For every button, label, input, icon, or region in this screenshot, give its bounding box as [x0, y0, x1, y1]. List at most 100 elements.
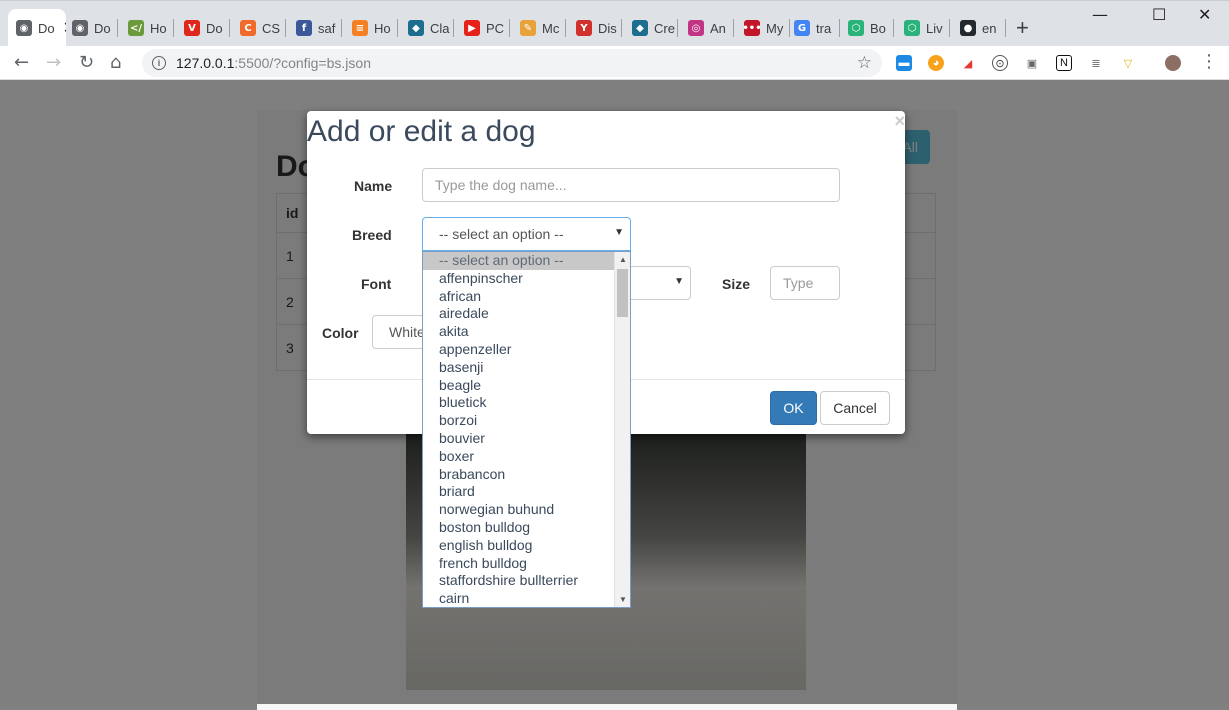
breed-option[interactable]: borzoi — [423, 412, 630, 430]
tab-title: PC — [486, 20, 505, 36]
info-icon[interactable]: i — [152, 56, 166, 70]
browser-tab[interactable]: ◎ An — [680, 9, 734, 47]
breed-option[interactable]: boxer — [423, 448, 630, 466]
breed-option[interactable]: cairn — [423, 590, 630, 607]
browser-tab[interactable]: ✎ Mc — [512, 9, 566, 47]
scrollbar-thumb[interactable] — [617, 269, 628, 317]
extension-icon[interactable]: ◕ — [928, 55, 944, 71]
breed-option[interactable]: briard — [423, 483, 630, 501]
extension-icon[interactable]: N — [1056, 55, 1072, 71]
browser-tab[interactable]: ≡ Ho — [344, 9, 398, 47]
breed-option[interactable]: brabancon — [423, 466, 630, 484]
breed-option[interactable]: staffordshire bullterrier — [423, 572, 630, 590]
browser-tab[interactable]: ◆ Cla — [400, 9, 454, 47]
new-tab-button[interactable]: + — [1016, 15, 1029, 41]
tab-separator — [397, 19, 398, 37]
tab-title: Mc — [542, 20, 560, 36]
extension-icon[interactable]: ▬ — [896, 55, 912, 71]
browser-tab[interactable]: V Do — [176, 9, 230, 47]
browser-tab[interactable]: Gtra — [786, 9, 840, 47]
browser-tab[interactable]: ▶ PC — [456, 9, 510, 47]
database-icon[interactable]: ≣ — [1088, 55, 1104, 71]
github-icon: ● — [960, 20, 976, 36]
tab-separator — [509, 19, 510, 37]
bookmark-star-icon[interactable]: ☆ — [857, 53, 872, 73]
tab-separator — [1005, 19, 1006, 37]
css-icon: C — [240, 20, 256, 36]
cancel-button[interactable]: Cancel — [820, 391, 890, 425]
tab-title: Cre — [654, 20, 675, 36]
breed-option[interactable]: english bulldog — [423, 537, 630, 555]
hexagon-icon: ⬡ — [848, 20, 864, 36]
tab-title: Liv — [926, 20, 943, 36]
browser-tab[interactable]: C CS — [232, 9, 286, 47]
maximize-button[interactable]: ☐ — [1152, 5, 1166, 24]
size-input[interactable] — [770, 266, 840, 300]
address-bar[interactable]: i 127.0.0.1:5500/?config=bs.json ☆ — [142, 49, 882, 77]
browser-tab[interactable]: f saf — [288, 9, 342, 47]
close-window-button[interactable]: ✕ — [1198, 5, 1211, 24]
extension-icon[interactable]: ⊙ — [992, 55, 1008, 71]
breed-option[interactable]: -- select an option -- — [423, 252, 630, 270]
browser-toolbar: ← → ↻ ⌂ i 127.0.0.1:5500/?config=bs.json… — [0, 46, 1229, 80]
browser-tab[interactable]: ◉Do✕ — [8, 9, 66, 47]
minimize-button[interactable]: — — [1092, 5, 1108, 24]
browser-tab[interactable]: ◉ Do — [64, 9, 118, 47]
shield-icon[interactable]: ▽ — [1120, 55, 1136, 71]
chevron-down-icon: ▼ — [674, 276, 684, 287]
tab-title: Bo — [870, 20, 886, 36]
menu-icon[interactable]: ⋮ — [1200, 51, 1218, 72]
breed-option[interactable]: affenpinscher — [423, 270, 630, 288]
scroll-down-icon[interactable]: ▼ — [619, 595, 627, 604]
tab-title: Ho — [374, 20, 391, 36]
breed-option[interactable]: african — [423, 288, 630, 306]
breed-option[interactable]: norwegian buhund — [423, 501, 630, 519]
breed-option[interactable]: appenzeller — [423, 341, 630, 359]
close-icon[interactable]: × — [894, 111, 905, 132]
instagram-icon: ◎ — [688, 20, 704, 36]
breed-option[interactable]: akita — [423, 323, 630, 341]
tab-title: Cla — [430, 20, 450, 36]
scrollbar[interactable]: ▲ ▼ — [614, 252, 630, 607]
tab-title: Do — [38, 20, 55, 36]
modal-title: Add or edit a dog — [307, 115, 536, 148]
breed-option[interactable]: airedale — [423, 305, 630, 323]
breed-option[interactable]: bouvier — [423, 430, 630, 448]
scroll-up-icon[interactable]: ▲ — [619, 255, 627, 264]
browser-tab[interactable]: ● en — [952, 9, 1006, 47]
tab-separator — [117, 19, 118, 37]
tab-separator — [285, 19, 286, 37]
ok-button[interactable]: OK — [770, 391, 817, 425]
eraser-icon[interactable]: ◢ — [960, 55, 976, 71]
cap-icon: ◆ — [632, 20, 648, 36]
breed-label: Breed — [352, 227, 392, 243]
breed-option[interactable]: boston bulldog — [423, 519, 630, 537]
font-label: Font — [361, 276, 392, 292]
camera-icon[interactable]: ▣ — [1024, 55, 1040, 71]
cap-icon: ◆ — [408, 20, 424, 36]
reload-icon[interactable]: ↻ — [79, 52, 94, 73]
breed-option[interactable]: french bulldog — [423, 555, 630, 573]
tab-separator — [949, 19, 950, 37]
size-label: Size — [722, 276, 751, 292]
browser-tab[interactable]: Y Dis — [568, 9, 622, 47]
home-icon[interactable]: ⌂ — [110, 52, 121, 73]
back-icon[interactable]: ← — [14, 52, 29, 73]
breed-option[interactable]: bluetick — [423, 394, 630, 412]
meetup-icon: ••• — [742, 20, 762, 36]
globe-icon: ◉ — [72, 20, 88, 36]
color-select-value: White — [389, 324, 425, 340]
browser-tab[interactable]: ⬡ Liv — [896, 9, 950, 47]
breed-select[interactable]: -- select an option -- ▼ — [422, 217, 631, 251]
breed-select-value: -- select an option -- — [439, 226, 564, 242]
tab-title: tra — [816, 20, 832, 36]
browser-tab[interactable]: ◆ Cre — [624, 9, 678, 47]
name-input[interactable] — [422, 168, 840, 202]
forward-icon[interactable]: → — [46, 52, 61, 73]
breed-option[interactable]: beagle — [423, 377, 630, 395]
browser-tab[interactable]: ⬡ Bo — [840, 9, 894, 47]
breed-option[interactable]: basenji — [423, 359, 630, 377]
avatar[interactable] — [1165, 55, 1181, 71]
browser-tab[interactable]: ••• My — [736, 9, 790, 47]
browser-tab[interactable]: </ Ho — [120, 9, 174, 47]
